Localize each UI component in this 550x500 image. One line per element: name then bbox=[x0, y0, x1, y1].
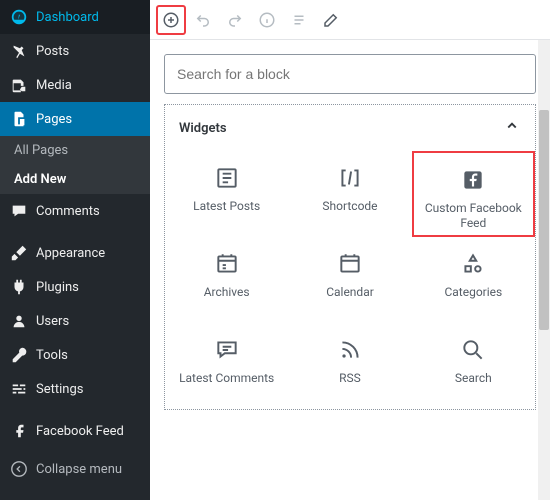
sidebar-sub-add-new[interactable]: Add New bbox=[0, 165, 150, 194]
categories-icon bbox=[460, 251, 486, 277]
sidebar-item-appearance[interactable]: Appearance bbox=[0, 236, 150, 270]
sidebar-item-comments[interactable]: Comments bbox=[0, 194, 150, 228]
section-title: Widgets bbox=[179, 121, 227, 136]
block-archives[interactable]: Archives bbox=[165, 237, 288, 323]
admin-sidebar: Dashboard Posts Media Pages All Pages Ad… bbox=[0, 0, 150, 500]
archives-icon bbox=[214, 251, 240, 277]
comment-icon bbox=[10, 202, 28, 220]
widgets-section: Widgets Latest Posts Shortcode Custom Fa… bbox=[164, 104, 536, 410]
sidebar-item-label: Posts bbox=[36, 44, 69, 59]
sidebar-item-label: Settings bbox=[36, 382, 83, 397]
sidebar-item-label: Dashboard bbox=[36, 10, 99, 25]
shortcode-icon bbox=[337, 165, 363, 191]
pin-icon bbox=[10, 42, 28, 60]
outline-button[interactable] bbox=[284, 5, 314, 35]
sidebar-item-plugins[interactable]: Plugins bbox=[0, 270, 150, 304]
sidebar-item-label: Tools bbox=[36, 348, 68, 363]
plug-icon bbox=[10, 278, 28, 296]
sidebar-item-media[interactable]: Media bbox=[0, 68, 150, 102]
block-search[interactable] bbox=[164, 54, 536, 94]
wrench-icon bbox=[10, 346, 28, 364]
sidebar-item-label: Appearance bbox=[36, 246, 105, 261]
sidebar-item-settings[interactable]: Settings bbox=[0, 372, 150, 406]
block-shortcode[interactable]: Shortcode bbox=[288, 151, 411, 237]
undo-button[interactable] bbox=[188, 5, 218, 35]
editor-main: Widgets Latest Posts Shortcode Custom Fa… bbox=[150, 0, 550, 500]
facebook-box-icon bbox=[460, 167, 486, 193]
sidebar-item-label: Plugins bbox=[36, 280, 79, 295]
latest-posts-icon bbox=[214, 165, 240, 191]
sidebar-item-tools[interactable]: Tools bbox=[0, 338, 150, 372]
facebook-icon bbox=[10, 422, 28, 440]
block-search[interactable]: Search bbox=[412, 323, 535, 409]
user-icon bbox=[10, 312, 28, 330]
section-header-widgets[interactable]: Widgets bbox=[165, 105, 535, 151]
sidebar-sub-all-pages[interactable]: All Pages bbox=[0, 136, 150, 165]
block-inserter-panel: Widgets Latest Posts Shortcode Custom Fa… bbox=[164, 54, 536, 410]
search-icon bbox=[460, 337, 486, 363]
search-input[interactable] bbox=[177, 66, 523, 82]
collapse-menu[interactable]: Collapse menu bbox=[0, 452, 150, 486]
sidebar-item-label: Pages bbox=[36, 112, 72, 127]
edit-button[interactable] bbox=[316, 5, 346, 35]
sidebar-item-pages[interactable]: Pages bbox=[0, 102, 150, 136]
collapse-icon bbox=[10, 460, 28, 478]
block-latest-comments[interactable]: Latest Comments bbox=[165, 323, 288, 409]
redo-button[interactable] bbox=[220, 5, 250, 35]
media-icon bbox=[10, 76, 28, 94]
sliders-icon bbox=[10, 380, 28, 398]
sidebar-item-label: Facebook Feed bbox=[36, 424, 124, 439]
block-grid: Latest Posts Shortcode Custom Facebook F… bbox=[165, 151, 535, 409]
sidebar-item-label: Users bbox=[36, 314, 69, 329]
block-latest-posts[interactable]: Latest Posts bbox=[165, 151, 288, 237]
panel-scrollbar[interactable] bbox=[538, 40, 550, 500]
dashboard-icon bbox=[10, 8, 28, 26]
block-calendar[interactable]: Calendar bbox=[288, 237, 411, 323]
sidebar-item-facebook-feed[interactable]: Facebook Feed bbox=[0, 414, 150, 448]
sidebar-item-dashboard[interactable]: Dashboard bbox=[0, 0, 150, 34]
sidebar-item-label: Media bbox=[36, 78, 72, 93]
latest-comments-icon bbox=[214, 337, 240, 363]
calendar-icon bbox=[337, 251, 363, 277]
sidebar-item-posts[interactable]: Posts bbox=[0, 34, 150, 68]
block-rss[interactable]: RSS bbox=[288, 323, 411, 409]
brush-icon bbox=[10, 244, 28, 262]
block-custom-facebook-feed[interactable]: Custom Facebook Feed bbox=[412, 151, 535, 237]
block-categories[interactable]: Categories bbox=[412, 237, 535, 323]
scrollbar-thumb[interactable] bbox=[539, 110, 549, 330]
sidebar-item-label: Comments bbox=[36, 204, 100, 219]
editor-toolbar bbox=[150, 0, 550, 40]
pages-icon bbox=[10, 110, 28, 128]
sidebar-item-users[interactable]: Users bbox=[0, 304, 150, 338]
chevron-up-icon bbox=[503, 117, 521, 139]
info-button[interactable] bbox=[252, 5, 282, 35]
add-block-button[interactable] bbox=[156, 5, 186, 35]
rss-icon bbox=[337, 337, 363, 363]
